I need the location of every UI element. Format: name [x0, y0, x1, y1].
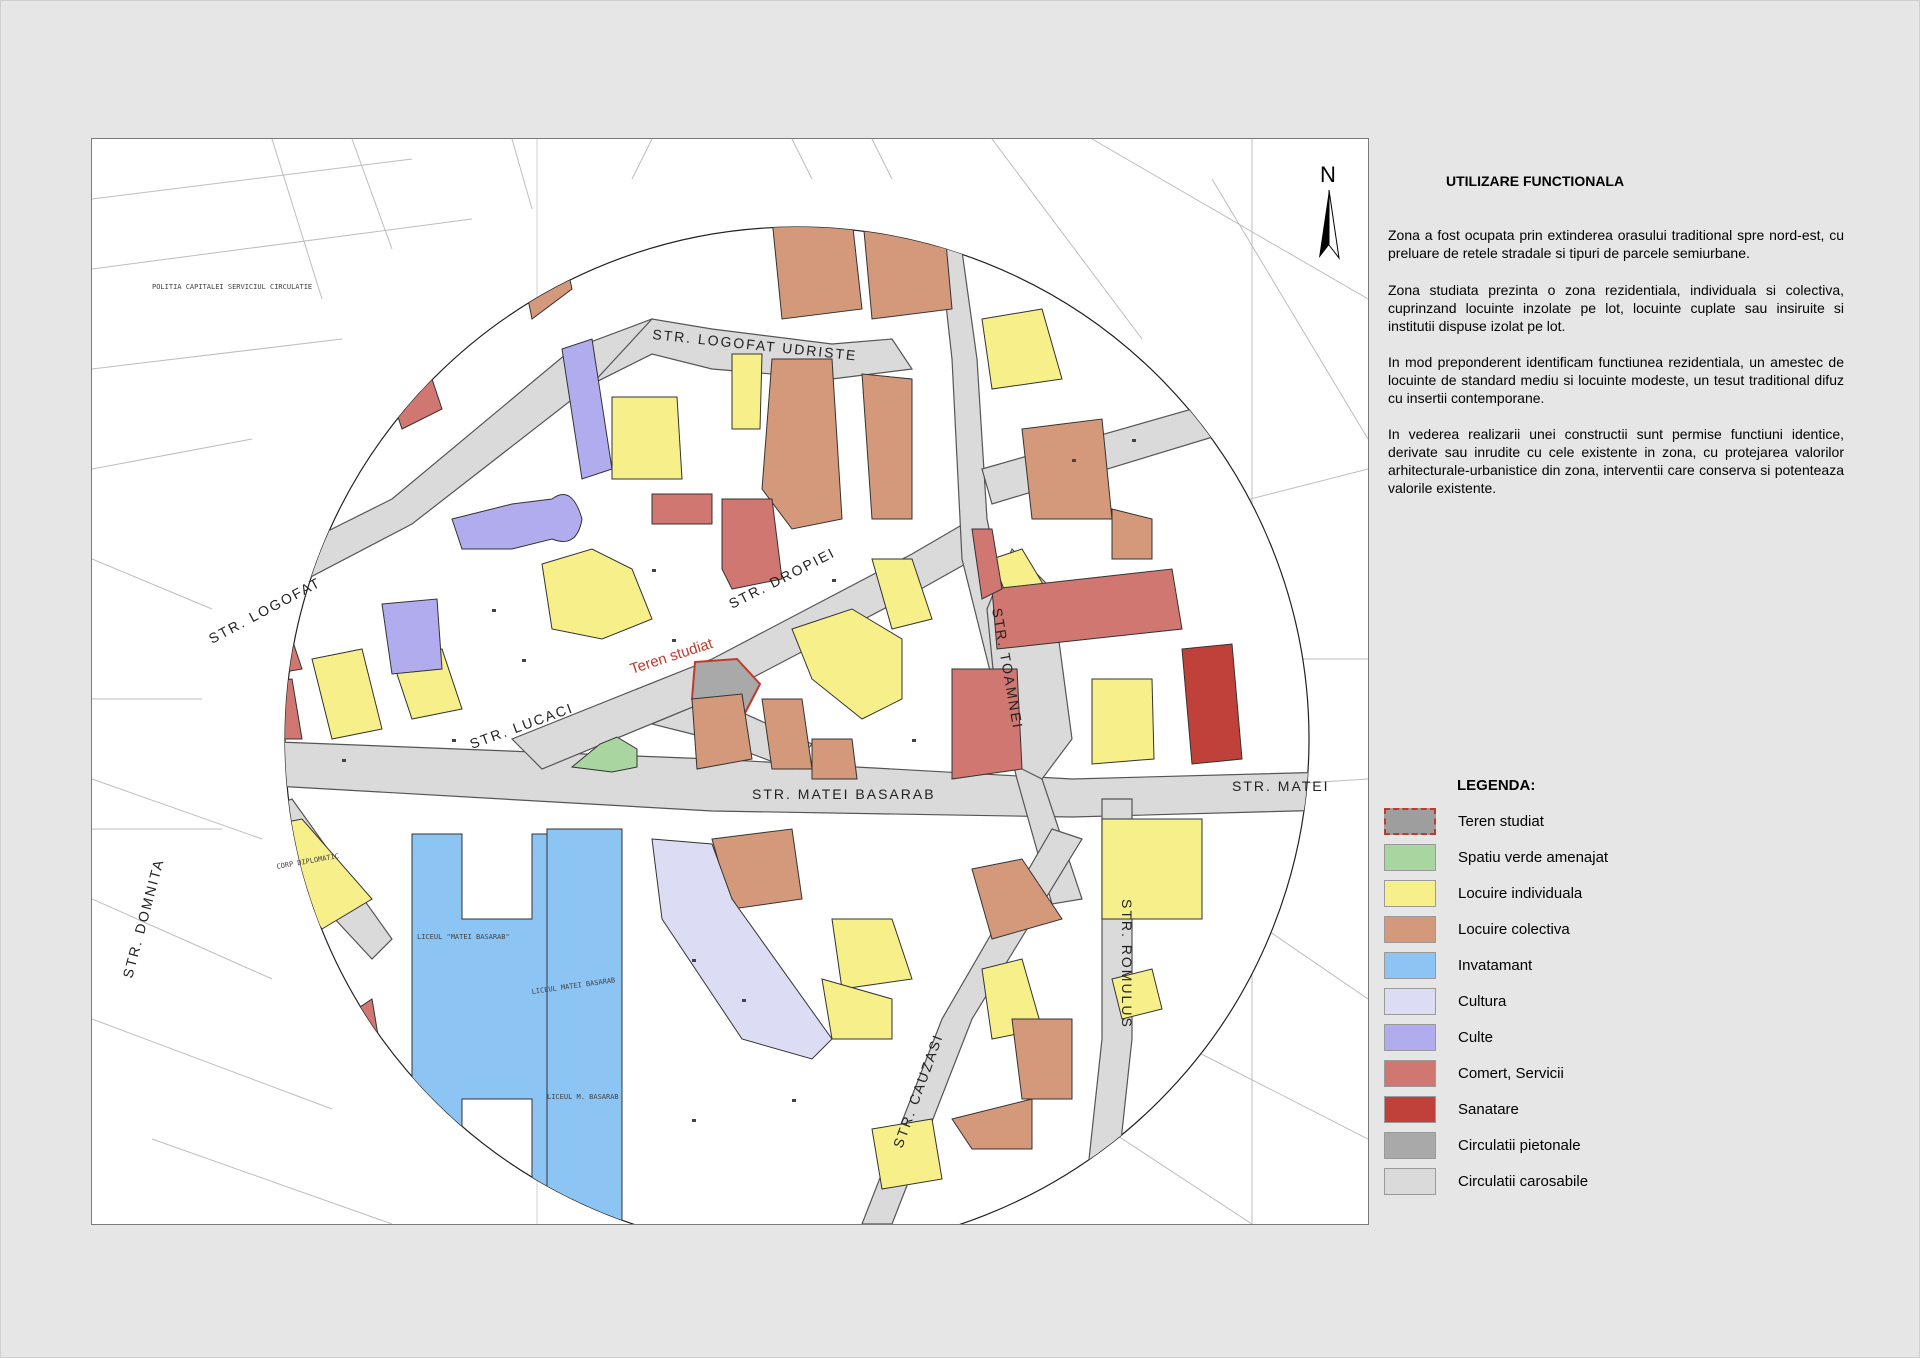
swatch-circulatii-carosabile [1384, 1168, 1436, 1195]
legend-item-circulatii-pietonale: Circulatii pietonale [1384, 1132, 1684, 1162]
label-liceul-3: LICEUL M. BASARAB [547, 1093, 619, 1101]
legend-label: Circulatii carosabile [1458, 1173, 1589, 1190]
legend-label: Locuire individuala [1458, 885, 1583, 902]
legend-item-sanatare: Sanatare [1384, 1096, 1684, 1126]
healthcare [1181, 643, 1243, 765]
legend-item-cultura: Cultura [1384, 988, 1684, 1018]
street-matei: STR. MATEI [1232, 778, 1330, 794]
panel-title: UTILIZARE FUNCTIONALA [1446, 173, 1625, 189]
swatch-cultura [1384, 988, 1436, 1015]
legend-label: Teren studiat [1458, 813, 1544, 830]
swatch-comert-servicii [1384, 1060, 1436, 1087]
street-romulus: STR. ROMULUS [1119, 899, 1135, 1029]
swatch-locuire-colectiva [1384, 916, 1436, 943]
swatch-sanatare [1384, 1096, 1436, 1123]
legend-item-spatiu-verde: Spatiu verde amenajat [1384, 844, 1684, 874]
description-paragraph-1: Zona a fost ocupata prin extinderea oras… [1388, 227, 1844, 261]
legend-item-circulatii-carosabile: Circulatii carosabile [1384, 1168, 1684, 1198]
swatch-locuire-individuala [1384, 880, 1436, 907]
legend-item-teren-studiat: Teren studiat [1384, 808, 1684, 838]
label-politia: POLITIA CAPITALEI SERVICIUL CIRCULATIE [152, 283, 312, 291]
swatch-teren-studiat [1384, 808, 1436, 835]
legend-label: Sanatare [1458, 1101, 1519, 1118]
label-liceul-1: LICEUL "MATEI BASARAB" [417, 933, 510, 941]
legend-label: Circulatii pietonale [1458, 1137, 1581, 1154]
legend-item-locuire-colectiva: Locuire colectiva [1384, 916, 1684, 946]
legend-label: Culte [1458, 1029, 1494, 1046]
legend-item-invatamant: Invatamant [1384, 952, 1684, 982]
swatch-culte [1384, 1024, 1436, 1051]
legend-item-comert-servicii: Comert, Servicii [1384, 1060, 1684, 1090]
swatch-circulatii-pietonale [1384, 1132, 1436, 1159]
legend-item-culte: Culte [1384, 1024, 1684, 1054]
description-paragraph-2: Zona studiata prezinta o zona rezidentia… [1388, 282, 1844, 334]
street-matei-basarab: STR. MATEI BASARAB [752, 786, 936, 802]
map-svg: STR. LOGOFAT UDRISTE STR. MATEI BASARAB … [92, 139, 1368, 1224]
street-domnita: STR. DOMNITA [119, 857, 166, 980]
site-plan-map: STR. LOGOFAT UDRISTE STR. MATEI BASARAB … [91, 138, 1369, 1225]
swatch-invatamant [1384, 952, 1436, 979]
description-paragraph-3: In mod preponderent identificam functiun… [1388, 354, 1844, 406]
swatch-spatiu-verde [1384, 844, 1436, 871]
legend-label: Invatamant [1458, 957, 1533, 974]
legend-title: LEGENDA: [1457, 777, 1536, 794]
legend-label: Cultura [1458, 993, 1507, 1010]
north-arrow: N [1309, 160, 1349, 260]
north-label: N [1320, 162, 1336, 187]
description-paragraph-4: In vederea realizarii unei constructii s… [1388, 426, 1844, 496]
legend-label: Spatiu verde amenajat [1458, 849, 1609, 866]
legend-item-locuire-individuala: Locuire individuala [1384, 880, 1684, 910]
legend-label: Comert, Servicii [1458, 1065, 1564, 1082]
legend-label: Locuire colectiva [1458, 921, 1570, 938]
